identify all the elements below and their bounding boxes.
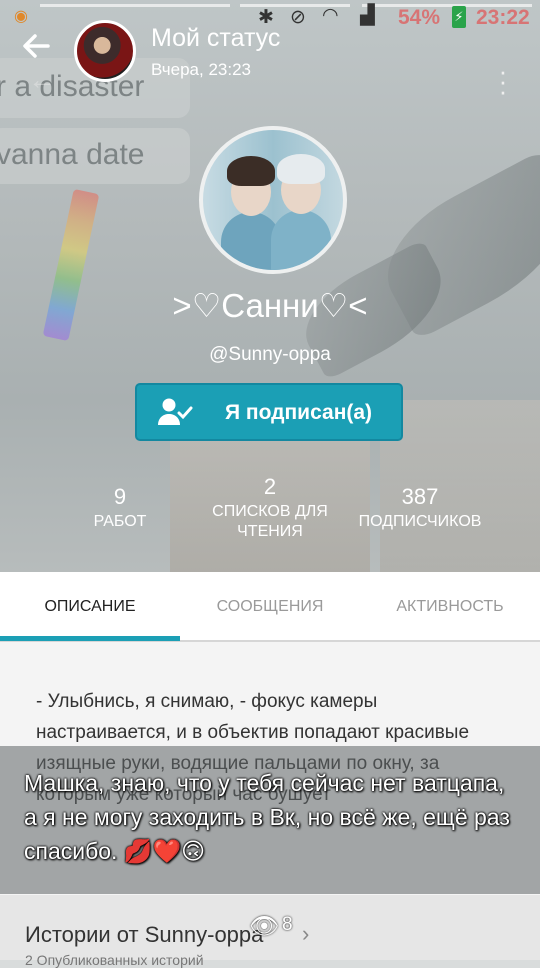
mute-icon: ⊘: [290, 7, 306, 28]
avatar-hair: [277, 154, 325, 184]
battery-percent: 54%: [398, 6, 441, 29]
signal-icon: ▟: [360, 5, 375, 26]
stat-value: 387: [401, 484, 439, 509]
tab-activity[interactable]: АКТИВНОСТЬ: [360, 572, 540, 640]
stat-label: ПОДПИСЧИКОВ: [358, 513, 482, 530]
profile-avatar[interactable]: [199, 126, 347, 274]
clock: 23:22: [476, 6, 530, 29]
stat-reading-lists[interactable]: 2 СПИСКОВ ДЛЯ ЧТЕНИЯ: [195, 474, 345, 542]
story-timestamp: Вчера, 23:23: [151, 60, 251, 79]
stat-works[interactable]: 9 РАБОТ: [45, 484, 195, 532]
back-button[interactable]: [18, 28, 58, 68]
underlying-back-arrow-icon: ←: [28, 64, 56, 95]
chevron-right-icon: ›: [302, 921, 310, 946]
stories-title: Истории от Sunny-oppa: [25, 922, 264, 947]
story-progress-segment: [40, 4, 230, 7]
stories-count: 2 Опубликованных историй: [25, 952, 204, 968]
story-title: Мой статус: [151, 24, 281, 52]
stat-label: СПИСКОВ ДЛЯ ЧТЕНИЯ: [212, 503, 328, 540]
profile-tabs: ОПИСАНИЕ СООБЩЕНИЯ АКТИВНОСТЬ: [0, 572, 540, 642]
story-author-avatar[interactable]: [74, 20, 136, 82]
stat-label: РАБОТ: [93, 513, 147, 530]
profile-handle: @Sunny-oppa: [209, 344, 331, 365]
wifi-icon: ◠: [322, 5, 339, 26]
stat-value: 2: [263, 474, 277, 499]
tab-messages[interactable]: СООБЩЕНИЯ: [180, 572, 360, 640]
notification-icon: ◉: [14, 8, 28, 25]
avatar-figure: [271, 210, 331, 270]
eye-icon: 👁: [249, 913, 280, 940]
follow-button-label: Я подписан(а): [225, 401, 373, 424]
stat-value: 9: [113, 484, 127, 509]
more-options-icon[interactable]: · · ·: [497, 58, 509, 104]
view-count: 8: [282, 914, 293, 935]
active-tab-indicator: [0, 636, 180, 641]
user-check-icon: [157, 397, 193, 429]
back-arrow-icon: [23, 34, 50, 58]
profile-name: >♡Санни♡<: [172, 287, 368, 324]
avatar-hair: [227, 156, 275, 186]
follow-button[interactable]: Я подписан(а): [135, 383, 403, 441]
bg-text-line2: vanna date: [0, 138, 145, 171]
story-caption: Машка, знаю, что у тебя сейчас нет ватца…: [24, 770, 510, 864]
tab-description[interactable]: ОПИСАНИЕ: [0, 572, 180, 640]
stat-followers[interactable]: 387 ПОДПИСЧИКОВ: [345, 484, 495, 532]
battery-icon: ⚡: [452, 6, 466, 28]
